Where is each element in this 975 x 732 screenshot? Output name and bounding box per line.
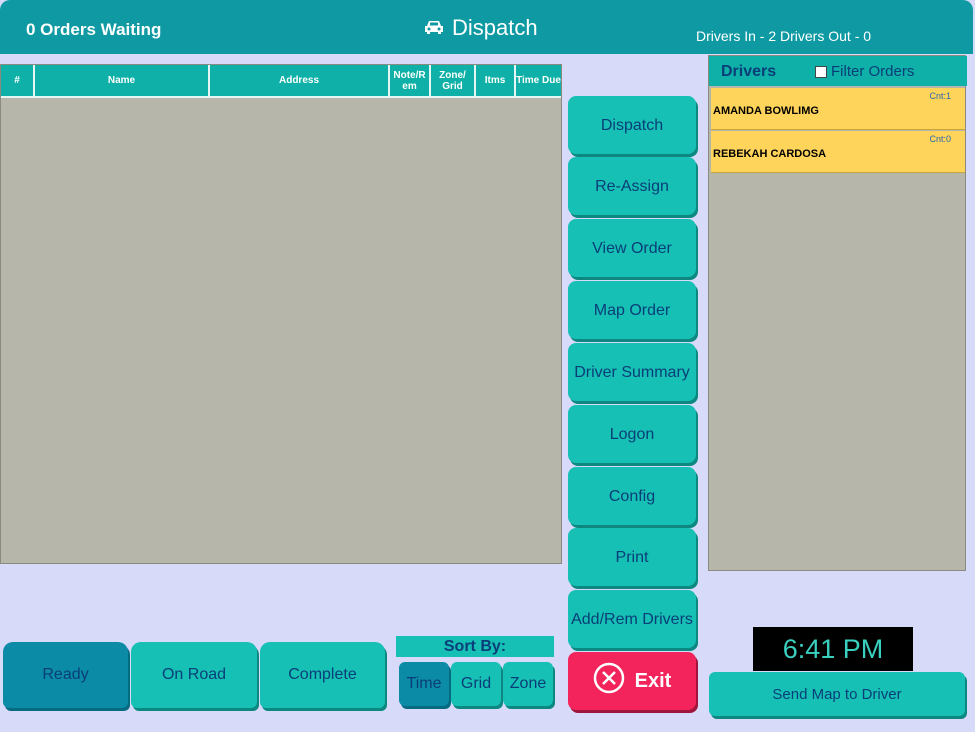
column-name[interactable]: Name (35, 65, 210, 98)
column-address[interactable]: Address (210, 65, 390, 98)
driver-card[interactable]: Cnt:1 AMANDA BOWLIMG (711, 88, 965, 130)
reassign-button[interactable]: Re-Assign (568, 157, 696, 215)
column-items[interactable]: Itms (476, 65, 516, 98)
page-title-text: Dispatch (452, 15, 538, 40)
page-title: Dispatch (424, 15, 538, 41)
table-header: # Name Address Note/R em Zone/ Grid Itms… (1, 65, 563, 98)
complete-button[interactable]: Complete (260, 642, 385, 708)
config-button[interactable]: Config (568, 467, 696, 525)
drivers-status: Drivers In - 2 Drivers Out - 0 (696, 28, 872, 44)
map-order-button[interactable]: Map Order (568, 281, 696, 339)
clock: 6:41 PM (753, 627, 913, 671)
orders-waiting-count: 0 Orders Waiting (26, 20, 162, 39)
column-zone-grid[interactable]: Zone/ Grid (431, 65, 476, 98)
column-time-due[interactable]: Time Due (516, 65, 561, 98)
driver-name: REBEKAH CARDOSA (713, 148, 827, 160)
car-icon (424, 15, 444, 41)
view-order-button[interactable]: View Order (568, 219, 696, 277)
checkbox-icon[interactable] (815, 65, 827, 78)
column-note[interactable]: Note/R em (390, 65, 431, 98)
sort-grid-button[interactable]: Grid (451, 662, 501, 706)
exit-label: Exit (634, 669, 672, 692)
filter-orders-checkbox[interactable]: Filter Orders (815, 63, 914, 80)
add-rem-drivers-button[interactable]: Add/Rem Drivers (568, 590, 696, 648)
close-circle-icon (593, 662, 625, 700)
sort-time-button[interactable]: Time (399, 662, 449, 706)
sort-by-label: Sort By: (396, 636, 554, 657)
exit-button[interactable]: Exit (568, 652, 696, 710)
driver-card[interactable]: Cnt:0 REBEKAH CARDOSA (711, 131, 965, 173)
send-map-button[interactable]: Send Map to Driver (709, 672, 965, 716)
driver-summary-button[interactable]: Driver Summary (568, 343, 696, 401)
ready-button[interactable]: Ready (3, 642, 128, 708)
header-bar: 0 Orders Waiting Dispatch Drivers In - 2… (0, 0, 973, 54)
driver-order-count: Cnt:1 (929, 91, 951, 101)
driver-order-count: Cnt:0 (929, 134, 951, 144)
orders-table[interactable]: # Name Address Note/R em Zone/ Grid Itms… (0, 64, 562, 564)
dispatch-button[interactable]: Dispatch (568, 96, 696, 154)
filter-orders-label: Filter Orders (831, 63, 915, 80)
on-road-button[interactable]: On Road (131, 642, 257, 708)
drivers-panel: Drivers Filter Orders Cnt:1 AMANDA BOWLI… (708, 55, 967, 571)
sort-zone-button[interactable]: Zone (503, 662, 553, 706)
print-button[interactable]: Print (568, 528, 696, 586)
logon-button[interactable]: Logon (568, 405, 696, 463)
drivers-header: Drivers Filter Orders (709, 56, 967, 86)
column-number[interactable]: # (1, 65, 35, 98)
drivers-label: Drivers (721, 63, 777, 80)
driver-name: AMANDA BOWLIMG (713, 105, 819, 117)
